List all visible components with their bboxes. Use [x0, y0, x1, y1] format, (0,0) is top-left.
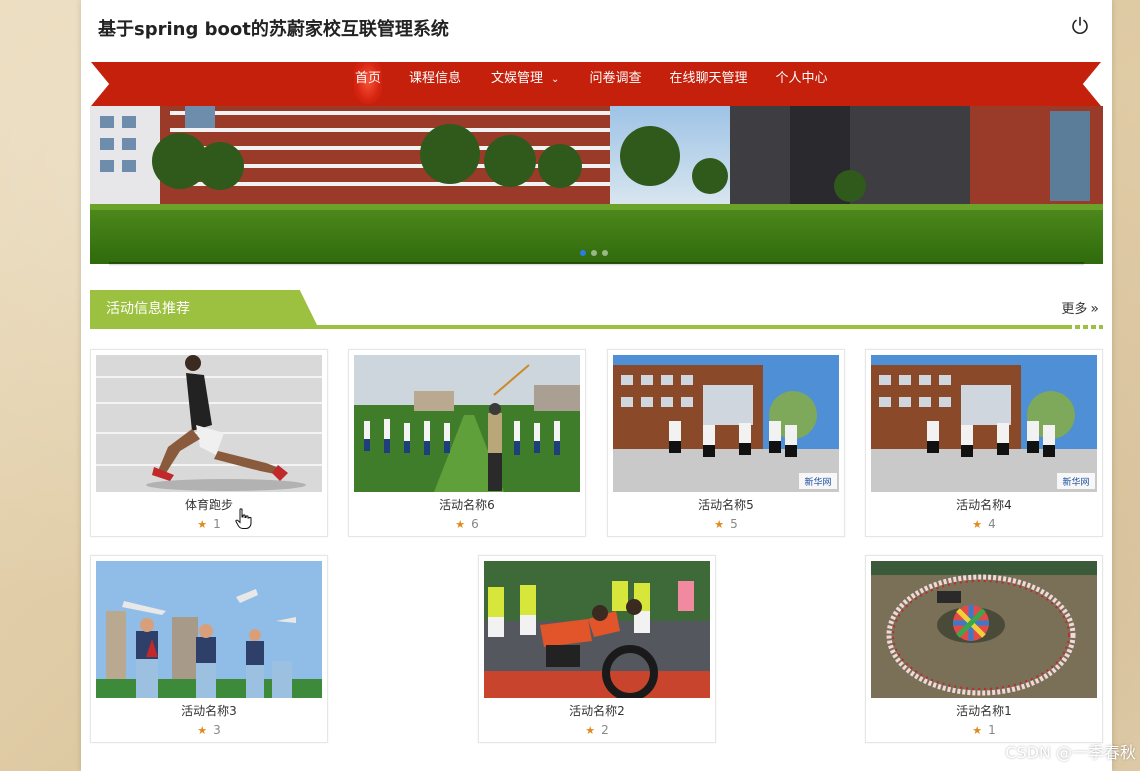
activity-rating: ★ 4 [972, 517, 996, 531]
star-icon: ★ [972, 518, 983, 531]
section-title: 活动信息推荐 [90, 290, 318, 327]
banner-image [90, 106, 1103, 264]
nav-item-courses[interactable]: 课程信息 [395, 62, 475, 106]
carousel-dots [580, 250, 608, 256]
activity-card[interactable]: 活动名称3 ★ 3 [90, 555, 328, 743]
chevron-down-icon: ⌄ [551, 74, 560, 85]
nav-item-entertainment[interactable]: 文娱管理 ⌄ [475, 62, 575, 106]
activity-name: 活动名称3 [181, 704, 237, 718]
activity-card[interactable]: 新华网 活动名称5 ★ 5 [607, 349, 845, 537]
activity-thumbnail [96, 561, 322, 698]
activity-rating: ★ 2 [585, 723, 609, 737]
activity-name: 活动名称2 [569, 704, 625, 718]
star-icon: ★ [455, 518, 466, 531]
watermark: CSDN @一季春秋 [1005, 743, 1136, 762]
power-icon[interactable] [1070, 16, 1090, 36]
section-divider-dash [1067, 325, 1103, 329]
nav-item-profile[interactable]: 个人中心 [761, 62, 841, 106]
nav-item-survey[interactable]: 问卷调查 [575, 62, 655, 106]
star-icon: ★ [714, 518, 725, 531]
activity-thumbnail [871, 561, 1097, 698]
star-icon: ★ [585, 724, 596, 737]
activity-name: 活动名称4 [956, 498, 1012, 512]
activity-rating: ★ 1 [972, 723, 996, 737]
star-icon: ★ [197, 724, 208, 737]
activity-name: 活动名称5 [698, 498, 754, 512]
activity-name: 活动名称6 [439, 498, 495, 512]
svg-text:新华网: 新华网 [1062, 476, 1089, 488]
activity-rating: ★ 1 [197, 517, 221, 531]
nav-item-home[interactable]: 首页 [341, 62, 395, 106]
activity-rating: ★ 5 [714, 517, 738, 531]
star-icon: ★ [972, 724, 983, 737]
main-container: 基于spring boot的苏蔚家校互联管理系统 首页 课程信息 文娱管理 ⌄ 问… [81, 0, 1112, 771]
star-icon: ★ [197, 518, 208, 531]
app-title: 基于spring boot的苏蔚家校互联管理系统 [98, 19, 449, 40]
activity-rating: ★ 6 [455, 517, 479, 531]
activity-thumbnail: 新华网 [613, 355, 839, 492]
main-nav: 首页 课程信息 文娱管理 ⌄ 问卷调查 在线聊天管理 个人中心 [91, 62, 1101, 106]
nav-item-chat[interactable]: 在线聊天管理 [655, 62, 761, 106]
activity-card[interactable]: 体育跑步 ★ 1 [90, 349, 328, 537]
carousel-dot-1[interactable] [580, 250, 586, 256]
more-link[interactable]: 更多» [1061, 298, 1099, 317]
activity-name: 体育跑步 [184, 498, 233, 512]
activity-card[interactable]: 活动名称2 ★ 2 [478, 555, 716, 743]
activity-rating: ★ 3 [197, 723, 221, 737]
carousel-dot-3[interactable] [602, 250, 608, 256]
hand-pointer-cursor-icon [235, 508, 253, 530]
section-header: 活动信息推荐 更多» [90, 290, 1103, 330]
activity-thumbnail [96, 355, 322, 492]
carousel-dot-2[interactable] [591, 250, 597, 256]
banner-shadow [109, 262, 1084, 266]
activity-thumbnail [484, 561, 710, 698]
activity-name: 活动名称1 [956, 704, 1012, 718]
activity-card[interactable]: 活动名称6 ★ 6 [348, 349, 586, 537]
activity-thumbnail: 新华网 [871, 355, 1097, 492]
top-bar: 基于spring boot的苏蔚家校互联管理系统 [81, 0, 1112, 58]
banner-carousel[interactable] [90, 106, 1103, 264]
activity-thumbnail [354, 355, 580, 492]
activity-card[interactable]: 新华网 活动名称4 ★ 4 [865, 349, 1103, 537]
activity-card[interactable]: 活动名称1 ★ 1 [865, 555, 1103, 743]
svg-text:新华网: 新华网 [804, 476, 831, 488]
section-divider [90, 325, 1103, 329]
double-chevron-right-icon: » [1090, 301, 1099, 317]
